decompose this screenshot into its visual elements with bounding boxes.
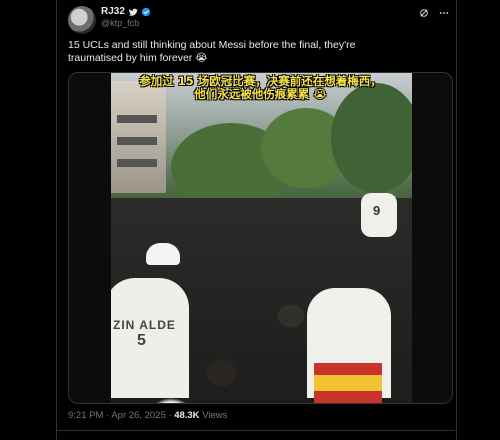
author-name-row: RJ32 — [101, 6, 151, 17]
video-frame[interactable]: ZIN ALDE 5 9 — [111, 73, 412, 403]
avatar[interactable] — [68, 6, 96, 34]
display-name[interactable]: RJ32 — [101, 6, 125, 17]
spain-flag — [314, 363, 382, 403]
jersey-number: 5 — [137, 332, 147, 349]
subtitle-line-2: 他们永远被他伤痕累累 😭 — [194, 87, 327, 101]
fan-jersey-back: 9 — [361, 193, 397, 237]
twitter-bird-icon — [128, 8, 138, 16]
video-subtitle: 参加过 15 场欧冠比赛，决赛前还在想着梅西， 他们永远被他伤痕累累 😭 — [69, 75, 452, 101]
fan-jersey-left: ZIN ALDE 5 — [111, 278, 189, 398]
handle[interactable]: @ktp_fcb — [101, 18, 139, 28]
right-sidebar — [456, 0, 500, 440]
jersey-text: ZIN ALDE — [113, 318, 176, 332]
grok-icon[interactable] — [419, 8, 429, 18]
tweet-text: 15 UCLs and still thinking about Messi b… — [68, 39, 356, 64]
tweet-media[interactable]: ZIN ALDE 5 9 参加过 15 场欧冠比赛，决赛前还在想着梅西， 他们永… — [68, 72, 453, 404]
separator-dot: · — [106, 410, 110, 421]
more-icon[interactable] — [439, 8, 449, 18]
divider — [57, 430, 455, 431]
tweet-actions-top — [419, 8, 449, 18]
views-label: Views — [202, 410, 228, 421]
verified-badge-icon — [141, 7, 151, 16]
tweet-time[interactable]: 9:21 PM — [68, 410, 103, 421]
views-count: 48.3K — [174, 410, 200, 421]
white-cap — [146, 243, 180, 265]
tweet-date[interactable]: Apr 26, 2025 — [111, 410, 165, 421]
separator-dot: · — [168, 410, 172, 421]
left-sidebar — [0, 0, 57, 440]
tweet: RJ32 @ktp_fcb 15 UCLs and still thinking… — [57, 0, 455, 440]
tweet-meta: 9:21 PM · Apr 26, 2025 · 48.3K Views — [68, 410, 227, 421]
jersey-number: 9 — [373, 203, 381, 218]
